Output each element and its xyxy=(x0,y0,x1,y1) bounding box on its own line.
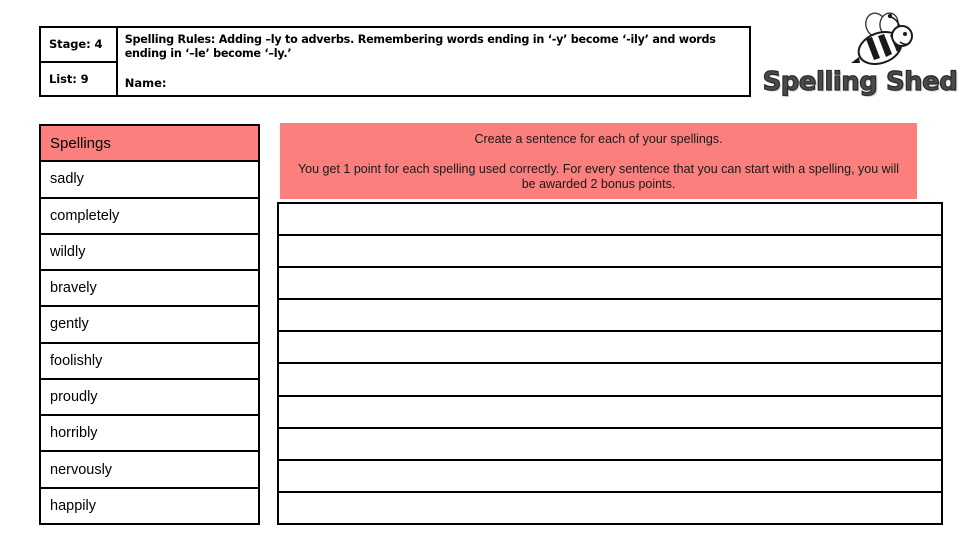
spelling-word-row: bravely xyxy=(41,271,258,308)
instruction-banner: Create a sentence for each of your spell… xyxy=(280,123,917,199)
spelling-word-row: horribly xyxy=(41,416,258,453)
spellings-table-header: Spellings xyxy=(41,126,258,163)
header-left-column: Stage: 4 List: 9 xyxy=(41,28,118,95)
spelling-word-row: happily xyxy=(41,488,258,523)
spelling-shed-logo: Spelling Shed xyxy=(762,12,959,100)
spellings-table: Spellings sadly completely wildly bravel… xyxy=(39,124,260,525)
sentence-line-row[interactable] xyxy=(279,236,941,269)
worksheet-header-table: Stage: 4 List: 9 Spelling Rules: Adding … xyxy=(39,26,751,97)
header-right-column: Spelling Rules: Adding –ly to adverbs. R… xyxy=(118,28,749,95)
spelling-rules-text: Spelling Rules: Adding –ly to adverbs. R… xyxy=(124,33,716,60)
sentence-line-row[interactable] xyxy=(279,428,941,461)
spelling-shed-wordmark: Spelling Shed xyxy=(762,66,959,97)
spelling-word-row: proudly xyxy=(41,379,258,417)
sentence-line-row[interactable] xyxy=(279,460,941,493)
spelling-word-row: nervously xyxy=(41,452,258,489)
instruction-line-primary: Create a sentence for each of your spell… xyxy=(474,132,723,146)
sentence-line-row[interactable] xyxy=(279,492,941,523)
bee-icon xyxy=(840,12,918,70)
sentence-line-row[interactable] xyxy=(279,268,941,301)
list-cell: List: 9 xyxy=(49,71,89,86)
spelling-word-row: gently xyxy=(41,307,258,344)
stage-cell: Stage: 4 xyxy=(41,28,116,63)
sentence-line-row[interactable] xyxy=(279,300,941,333)
spelling-word-row: foolishly xyxy=(41,343,258,380)
sentence-writing-table xyxy=(277,202,943,525)
sentence-line-row[interactable] xyxy=(279,364,941,397)
sentence-line-row[interactable] xyxy=(279,332,941,365)
sentence-line-row[interactable] xyxy=(279,396,941,429)
spelling-word-row: completely xyxy=(41,198,258,235)
instruction-line-scoring: You get 1 point for each spelling used c… xyxy=(297,162,900,191)
spelling-word-row: wildly xyxy=(41,234,258,272)
sentence-line-row[interactable] xyxy=(279,204,941,237)
spelling-word-row: sadly xyxy=(41,162,258,199)
name-field-label: Name: xyxy=(124,76,167,90)
